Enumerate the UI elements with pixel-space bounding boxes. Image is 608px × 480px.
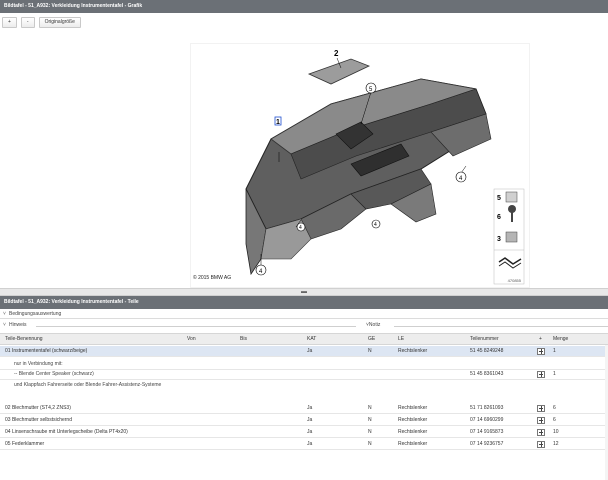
callout-2: 2 <box>334 49 339 58</box>
part-name: 05 Federklammer <box>5 441 45 447</box>
col-header-le[interactable]: LE <box>398 334 404 345</box>
col-header-to[interactable]: Bis <box>240 334 247 345</box>
part-name: 04 Linsenschraube mit Unterlegscheibe (D… <box>5 429 128 435</box>
part-ge: N <box>368 348 372 354</box>
part-quantity: 6 <box>553 417 556 423</box>
splitter-grip-icon: ▬ <box>301 289 307 295</box>
part-name: 01 Instrumententafel (schwarz/beige) <box>5 348 88 354</box>
part-name: 02 Blechmutter (ST4,2 ZNS3) <box>5 405 71 411</box>
parts-diagram[interactable]: 2 5 1 4 4 4 4 5 6 3 © 2015 BMW AG 470855 <box>190 43 530 288</box>
part-le: Rechtslenker <box>398 348 428 354</box>
part-quantity: 12 <box>553 441 559 447</box>
part-ge: N <box>368 429 372 435</box>
svg-text:1: 1 <box>276 119 280 126</box>
part-le: Rechtslenker <box>398 429 428 435</box>
note-toggle[interactable]: ˅Notiz <box>366 320 380 330</box>
note-label: Notiz <box>368 322 381 328</box>
part-le: Rechtslenker <box>398 417 428 423</box>
table-row: und Klappfach Fahrerseite oder Blende Fa… <box>0 380 608 391</box>
part-name: 03 Blechmutter selbstsichernd <box>5 417 72 423</box>
dashboard-illustration: 2 5 1 4 4 4 4 5 6 3 <box>245 49 525 285</box>
part-quantity: 1 <box>553 371 556 377</box>
col-header-plus[interactable]: + <box>539 334 542 345</box>
original-size-button[interactable]: Originalgröße <box>38 17 81 28</box>
zoom-in-button[interactable]: + <box>2 17 17 28</box>
image-number: 470855 <box>507 278 521 283</box>
part-number: 51 71 8261093 <box>470 405 504 411</box>
hint-label: Hinweis <box>9 322 27 328</box>
add-to-cart-icon[interactable] <box>537 371 545 378</box>
part-kat: Ja <box>307 441 313 447</box>
zoom-out-button[interactable]: - <box>20 17 35 28</box>
table-row[interactable]: 04 Linsenschraube mit Unterlegscheibe (D… <box>0 427 608 438</box>
condition-evaluation-toggle[interactable]: ˅ Bedingungsauswertung <box>0 309 608 319</box>
table-row[interactable]: 03 Blechmutter selbstsichernd Ja N Recht… <box>0 415 608 426</box>
add-to-cart-icon[interactable] <box>537 441 545 448</box>
part-kat: Ja <box>307 417 313 423</box>
part-number: 07 14 9236757 <box>470 441 504 447</box>
svg-text:6: 6 <box>497 214 501 221</box>
part-kat: Ja <box>307 429 313 435</box>
copyright-notice: © 2015 BMW AG <box>193 275 232 281</box>
add-to-cart-icon[interactable] <box>537 348 545 355</box>
part-name: -- Blende Center Speaker (schwarz) <box>14 371 94 377</box>
part-ge: N <box>368 405 372 411</box>
col-header-name[interactable]: Teile-Benennung <box>5 334 43 345</box>
parts-table-header: Teile-Benennung Von Bis KAT GE LE Teilen… <box>0 333 608 345</box>
svg-text:3: 3 <box>497 236 501 243</box>
part-quantity: 10 <box>553 429 559 435</box>
col-header-kat[interactable]: KAT <box>307 334 316 345</box>
part-quantity: 6 <box>553 405 556 411</box>
parts-panel-title: Bildtafel - 51_A932: Verkleidung Instrum… <box>0 296 608 309</box>
hint-toggle[interactable]: ˅ Hinweis <box>0 320 608 330</box>
table-row[interactable]: -- Blende Center Speaker (schwarz) 51 45… <box>0 369 608 380</box>
add-to-cart-icon[interactable] <box>537 429 545 436</box>
table-row[interactable]: 02 Blechmutter (ST4,2 ZNS3) Ja N Rechtsl… <box>0 403 608 414</box>
part-number: 51 45 8361043 <box>470 371 504 377</box>
part-ge: N <box>368 417 372 423</box>
part-le: Rechtslenker <box>398 405 428 411</box>
part-name: und Klappfach Fahrerseite oder Blende Fa… <box>14 382 162 388</box>
col-header-part-number[interactable]: Teilenummer <box>470 334 499 345</box>
divider <box>394 326 608 327</box>
col-header-quantity[interactable]: Menge <box>553 334 568 345</box>
graphic-area: 2 5 1 4 4 4 4 5 6 3 © 2015 BMW AG 470855 <box>0 30 608 288</box>
col-header-from[interactable]: Von <box>187 334 196 345</box>
part-le: Rechtslenker <box>398 441 428 447</box>
graphic-toolbar: + - Originalgröße <box>2 17 81 29</box>
col-header-ge[interactable]: GE <box>368 334 375 345</box>
part-quantity: 1 <box>553 348 556 354</box>
table-row[interactable]: 01 Instrumententafel (schwarz/beige) Ja … <box>0 346 608 357</box>
fastener-legend: 5 6 3 <box>493 188 525 285</box>
part-number: 51 45 8249248 <box>470 348 504 354</box>
divider <box>36 326 356 327</box>
add-to-cart-icon[interactable] <box>537 405 545 412</box>
part-ge: N <box>368 441 372 447</box>
part-number: 07 14 6960299 <box>470 417 504 423</box>
svg-text:5: 5 <box>497 195 501 202</box>
part-number: 07 14 9165873 <box>470 429 504 435</box>
part-kat: Ja <box>307 405 313 411</box>
part-kat: Ja <box>307 348 313 354</box>
condition-label: Bedingungsauswertung <box>9 311 62 317</box>
graphic-panel-title: Bildtafel - 51_A932: Verkleidung Instrum… <box>0 0 608 13</box>
panel-splitter[interactable]: ▬ <box>0 288 608 296</box>
table-row[interactable]: 05 Federklammer Ja N Rechtslenker 07 14 … <box>0 439 608 450</box>
svg-text:4: 4 <box>374 222 377 228</box>
add-to-cart-icon[interactable] <box>537 417 545 424</box>
svg-text:4: 4 <box>299 225 302 231</box>
